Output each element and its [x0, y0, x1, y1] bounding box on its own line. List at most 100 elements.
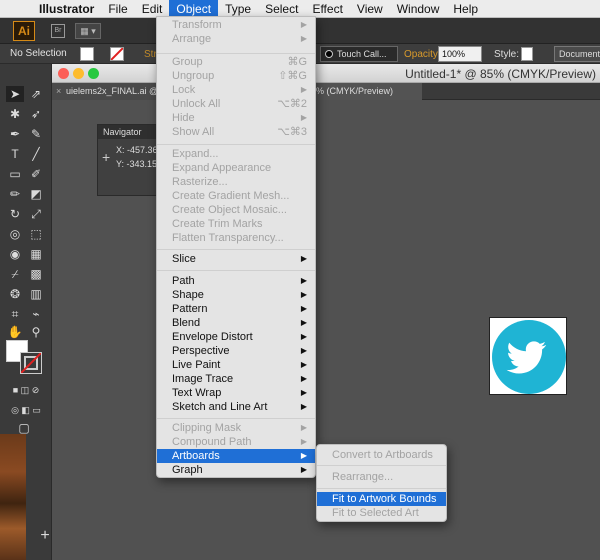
- menu-item-label: Rearrange...: [332, 471, 394, 483]
- artboard-tool-icon[interactable]: ⌗: [6, 306, 24, 322]
- menu-item-clipping-mask[interactable]: Clipping Mask ▶: [157, 421, 315, 435]
- arrange-documents-button[interactable]: ▦ ▾: [75, 22, 101, 39]
- magic-wand-icon[interactable]: ✱: [6, 106, 24, 122]
- paintbrush-tool-icon[interactable]: ✐: [27, 166, 45, 182]
- close-tab-icon[interactable]: ×: [56, 83, 61, 100]
- graph-tool-icon[interactable]: ▥: [27, 286, 45, 302]
- curvature-tool-icon[interactable]: ✎: [27, 126, 45, 142]
- rectangle-tool-icon[interactable]: ▭: [6, 166, 24, 182]
- menu-item-blend[interactable]: Blend ▶: [157, 316, 315, 330]
- mesh-tool-icon[interactable]: ▩: [27, 266, 45, 282]
- menu-item-transform[interactable]: Transform ▶: [157, 18, 315, 32]
- menu-item-show-all[interactable]: Show All ⌥⌘3: [157, 125, 315, 139]
- document-setup-button[interactable]: Document S: [554, 46, 600, 62]
- menu-item-group[interactable]: Group ⌘G: [157, 55, 315, 69]
- shape-builder-tool-icon[interactable]: ◉: [6, 246, 24, 262]
- perspective-grid-tool-icon[interactable]: ▦: [27, 246, 45, 262]
- menu-item-unlock-all[interactable]: Unlock All ⌥⌘2: [157, 97, 315, 111]
- free-transform-tool-icon[interactable]: ⬚: [27, 226, 45, 242]
- submenu-item-fit-to-artwork-bounds[interactable]: Fit to Artwork Bounds: [317, 492, 446, 506]
- hand-tool-icon[interactable]: ✋: [6, 324, 24, 340]
- twitter-logo-circle[interactable]: [492, 320, 566, 394]
- stroke-swatch[interactable]: [110, 47, 124, 61]
- menu-item-hide[interactable]: Hide ▶: [157, 111, 315, 125]
- menu-item-label: Perspective: [172, 345, 230, 357]
- menu-item-image-trace[interactable]: Image Trace ▶: [157, 372, 315, 386]
- submenu-item-convert-to-artboards[interactable]: Convert to Artboards: [317, 448, 446, 462]
- menu-item-create-trim-marks[interactable]: Create Trim Marks: [157, 217, 315, 231]
- menu-item-create-object-mosaic[interactable]: Create Object Mosaic...: [157, 203, 315, 217]
- menu-item-arrange[interactable]: Arrange ▶: [157, 32, 315, 46]
- lasso-icon[interactable]: ➶: [27, 106, 45, 122]
- submenu-arrow-icon: ▶: [300, 332, 307, 341]
- brush-definition-dropdown[interactable]: Touch Call...: [320, 46, 398, 62]
- color-mode-buttons[interactable]: ■ ◫ ⊘: [4, 382, 48, 398]
- menu-help[interactable]: Help: [446, 0, 485, 18]
- opacity-input[interactable]: 100%: [438, 46, 482, 62]
- zoom-tool-icon[interactable]: ⚲: [27, 324, 45, 340]
- symbol-sprayer-tool-icon[interactable]: ❂: [6, 286, 24, 302]
- rotate-tool-icon[interactable]: ↻: [6, 206, 24, 222]
- selection-tool-icon[interactable]: ➤: [6, 86, 24, 102]
- menu-file[interactable]: File: [101, 0, 134, 18]
- fill-swatch[interactable]: [80, 47, 94, 61]
- menu-item-label: Envelope Distort: [172, 331, 253, 343]
- menu-window[interactable]: Window: [390, 0, 447, 18]
- menu-item-artboards[interactable]: Artboards ▶: [157, 449, 315, 463]
- menu-item-ungroup[interactable]: Ungroup ⇧⌘G: [157, 69, 315, 83]
- tab-uielems[interactable]: × uielems2x_FINAL.ai @ 1: [52, 83, 156, 100]
- eyedropper-tool-icon[interactable]: ⌿: [6, 266, 24, 282]
- submenu-item-rearrange[interactable]: Rearrange...: [317, 470, 446, 484]
- app-menu[interactable]: Illustrator: [32, 0, 101, 18]
- eraser-tool-icon[interactable]: ◩: [27, 186, 45, 202]
- menu-item-label: Artboards: [172, 450, 220, 462]
- scale-tool-icon[interactable]: ⤢: [27, 206, 45, 222]
- minimize-window-icon[interactable]: [73, 68, 84, 79]
- menu-item-compound-path[interactable]: Compound Path ▶: [157, 435, 315, 449]
- menu-item-perspective[interactable]: Perspective ▶: [157, 344, 315, 358]
- artboard[interactable]: [489, 317, 567, 395]
- drawing-mode-buttons[interactable]: ◎ ◧ ▭: [4, 402, 48, 418]
- submenu-arrow-icon: ▶: [300, 374, 307, 383]
- menu-view[interactable]: View: [350, 0, 390, 18]
- menu-object[interactable]: Object: [169, 0, 219, 18]
- tab-untitled[interactable]: % (CMYK/Preview): [312, 83, 422, 100]
- menu-item-create-gradient-mesh[interactable]: Create Gradient Mesh...: [157, 189, 315, 203]
- menu-effect[interactable]: Effect: [305, 0, 349, 18]
- menu-item-label: Compound Path: [172, 436, 252, 448]
- menu-item-expand-appearance[interactable]: Expand Appearance: [157, 161, 315, 175]
- menu-item-expand[interactable]: Expand...: [157, 147, 315, 161]
- menu-item-slice[interactable]: Slice ▶: [157, 252, 315, 266]
- menu-item-pattern[interactable]: Pattern ▶: [157, 302, 315, 316]
- menu-item-text-wrap[interactable]: Text Wrap ▶: [157, 386, 315, 400]
- stroke-color-icon[interactable]: [20, 352, 42, 374]
- menu-item-graph[interactable]: Graph ▶: [157, 463, 315, 477]
- line-tool-icon[interactable]: ╱: [27, 146, 45, 162]
- slice-tool-icon[interactable]: ⌁: [27, 306, 45, 322]
- close-window-icon[interactable]: [58, 68, 69, 79]
- pencil-tool-icon[interactable]: ✏: [6, 186, 24, 202]
- menu-item-sketch-line-art[interactable]: Sketch and Line Art ▶: [157, 400, 315, 414]
- menu-item-rasterize[interactable]: Rasterize...: [157, 175, 315, 189]
- menu-item-envelope-distort[interactable]: Envelope Distort ▶: [157, 330, 315, 344]
- navigator-title[interactable]: Navigator: [98, 125, 156, 139]
- menu-edit[interactable]: Edit: [135, 0, 170, 18]
- menu-item-flatten-transparency[interactable]: Flatten Transparency...: [157, 231, 315, 245]
- bridge-button[interactable]: Br: [51, 23, 65, 38]
- menu-item-live-paint[interactable]: Live Paint ▶: [157, 358, 315, 372]
- submenu-item-fit-to-selected-art[interactable]: Fit to Selected Art: [317, 506, 446, 520]
- zoom-window-icon[interactable]: [88, 68, 99, 79]
- type-tool-icon[interactable]: T: [6, 146, 24, 162]
- menu-select[interactable]: Select: [258, 0, 305, 18]
- menu-item-path[interactable]: Path ▶: [157, 274, 315, 288]
- direct-selection-tool-icon[interactable]: ⇗: [27, 86, 45, 102]
- menu-item-shape[interactable]: Shape ▶: [157, 288, 315, 302]
- tools-panel: ➤ ⇗ ✱ ➶ ✒ ✎ T ╱ ▭ ✐ ✏ ◩ ↻ ⤢ ◎ ⬚ ◉ ▦ ⌿ ▩ …: [0, 64, 52, 560]
- opacity-label[interactable]: Opacity:: [404, 49, 441, 60]
- style-swatch[interactable]: [521, 47, 533, 61]
- menu-item-lock[interactable]: Lock ▶: [157, 83, 315, 97]
- pen-tool-icon[interactable]: ✒: [6, 126, 24, 142]
- warp-tool-icon[interactable]: ◎: [6, 226, 24, 242]
- menu-item-label: Create Object Mosaic...: [172, 204, 287, 216]
- menu-type[interactable]: Type: [218, 0, 258, 18]
